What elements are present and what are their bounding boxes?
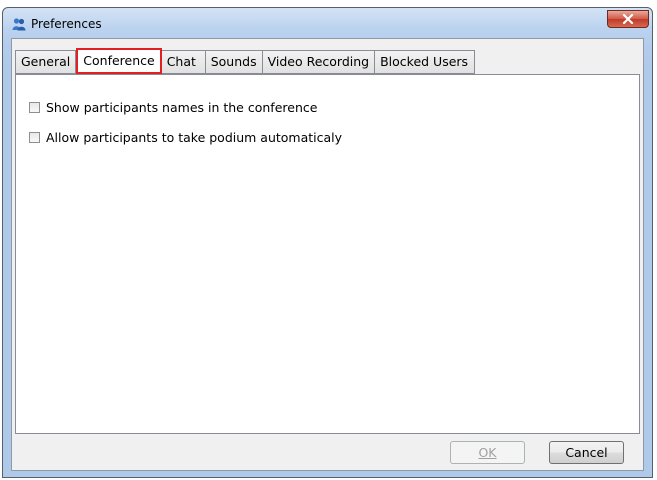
tab-conference[interactable]: Conference <box>76 48 162 74</box>
cancel-button[interactable]: Cancel <box>549 441 624 464</box>
title-bar: Preferences <box>3 8 652 38</box>
close-button[interactable] <box>607 10 649 28</box>
conference-settings-panel: Show participants names in the conferenc… <box>15 74 640 434</box>
ok-button[interactable]: OK <box>450 441 525 464</box>
close-icon <box>622 14 634 24</box>
auto-podium-label: Allow participants to take podium automa… <box>46 130 343 145</box>
window-title: Preferences <box>31 17 102 31</box>
tab-strip: General Conference Chat Sounds Video Rec… <box>15 48 476 74</box>
preferences-window: Preferences General Conference Chat Soun… <box>2 7 653 478</box>
show-names-option[interactable]: Show participants names in the conferenc… <box>29 100 317 115</box>
show-names-label: Show participants names in the conferenc… <box>46 100 318 115</box>
cancel-label: Cancel <box>565 445 608 460</box>
ok-label: OK <box>478 445 497 460</box>
tab-sounds[interactable]: Sounds <box>205 50 263 74</box>
tab-blocked-users[interactable]: Blocked Users <box>375 50 476 74</box>
show-names-checkbox[interactable] <box>29 102 40 113</box>
tab-video-recording[interactable]: Video Recording <box>262 50 376 74</box>
tab-general[interactable]: General <box>15 50 77 74</box>
users-icon <box>12 18 26 31</box>
auto-podium-checkbox[interactable] <box>29 132 40 143</box>
dialog-client-area: General Conference Chat Sounds Video Rec… <box>11 38 644 471</box>
auto-podium-option[interactable]: Allow participants to take podium automa… <box>29 130 342 145</box>
tab-chat[interactable]: Chat <box>161 50 206 74</box>
